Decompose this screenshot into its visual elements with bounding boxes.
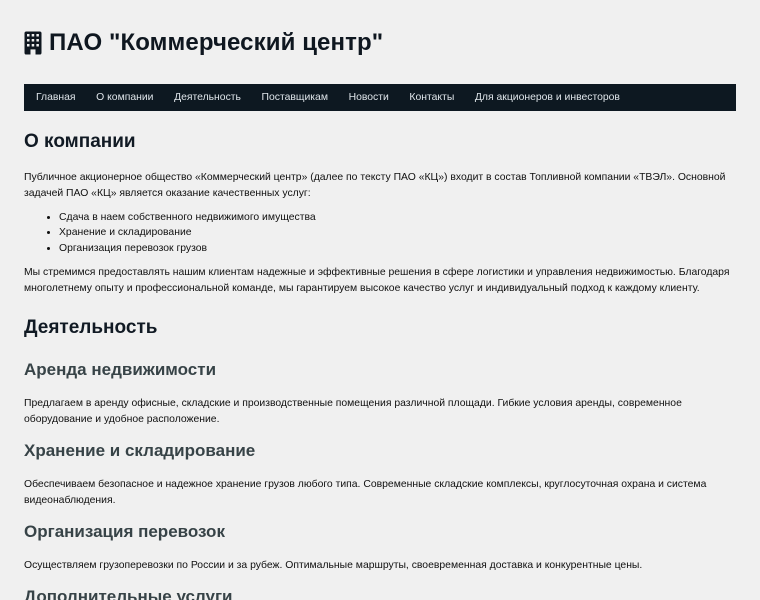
service-storage: Хранение и складирование Обеспечиваем бе… — [24, 440, 736, 509]
site-header: ПАО "Коммерческий центр" — [24, 0, 736, 84]
service-text-storage: Обеспечиваем безопасное и надежное хране… — [24, 479, 707, 507]
building-icon — [24, 31, 42, 55]
service-additional: Дополнительные услуги — [24, 586, 736, 600]
service-title-storage: Хранение и складирование — [24, 441, 256, 461]
about-section: О компании Публичное акционерное обществ… — [24, 131, 736, 297]
service-text-rent: Предлагаем в аренду офисные, складские и… — [24, 398, 682, 426]
service-rent: Аренда недвижимости Предлагаем в аренду … — [24, 359, 736, 428]
service-text-transport: Осуществляем грузоперевозки по России и … — [24, 560, 643, 572]
services-list-item: Хранение и складирование — [59, 225, 736, 240]
activity-section: Деятельность Аренда недвижимости Предлаг… — [24, 317, 736, 600]
services-list-item: Организация перевозок грузов — [59, 241, 736, 256]
nav-item-activity[interactable]: Деятельность — [164, 84, 251, 111]
main-content: О компании Публичное акционерное обществ… — [24, 131, 736, 600]
services-list-item: Сдача в наем собственного недвижимого им… — [59, 210, 736, 225]
about-title: О компании — [24, 131, 136, 152]
nav-item-about[interactable]: О компании — [86, 84, 164, 111]
nav-item-contacts[interactable]: Контакты — [399, 84, 464, 111]
about-outro: Мы стремимся предоставлять нашим клиента… — [24, 267, 730, 295]
services-list: Сдача в наем собственного недвижимого им… — [24, 210, 736, 256]
site-title[interactable]: ПАО "Коммерческий центр" — [24, 29, 383, 57]
service-title-transport: Организация перевозок — [24, 522, 225, 542]
nav-item-shareholders-investors[interactable]: Для акционеров и инвесторов — [465, 84, 631, 111]
service-transport: Организация перевозок Осуществляем грузо… — [24, 521, 736, 574]
nav-item-home[interactable]: Главная — [24, 84, 86, 111]
nav-item-news[interactable]: Новости — [338, 84, 399, 111]
main-navigation: Главная О компании Деятельность Поставщи… — [24, 84, 736, 111]
service-title-additional: Дополнительные услуги — [24, 587, 233, 600]
service-title-rent: Аренда недвижимости — [24, 360, 217, 380]
activity-title: Деятельность — [24, 317, 158, 339]
site-title-text: ПАО "Коммерческий центр" — [49, 29, 384, 56]
nav-item-suppliers[interactable]: Поставщикам — [251, 84, 338, 111]
about-intro: Публичное акционерное общество «Коммерче… — [24, 172, 726, 199]
page: ПАО "Коммерческий центр" Главная О компа… — [0, 0, 760, 600]
